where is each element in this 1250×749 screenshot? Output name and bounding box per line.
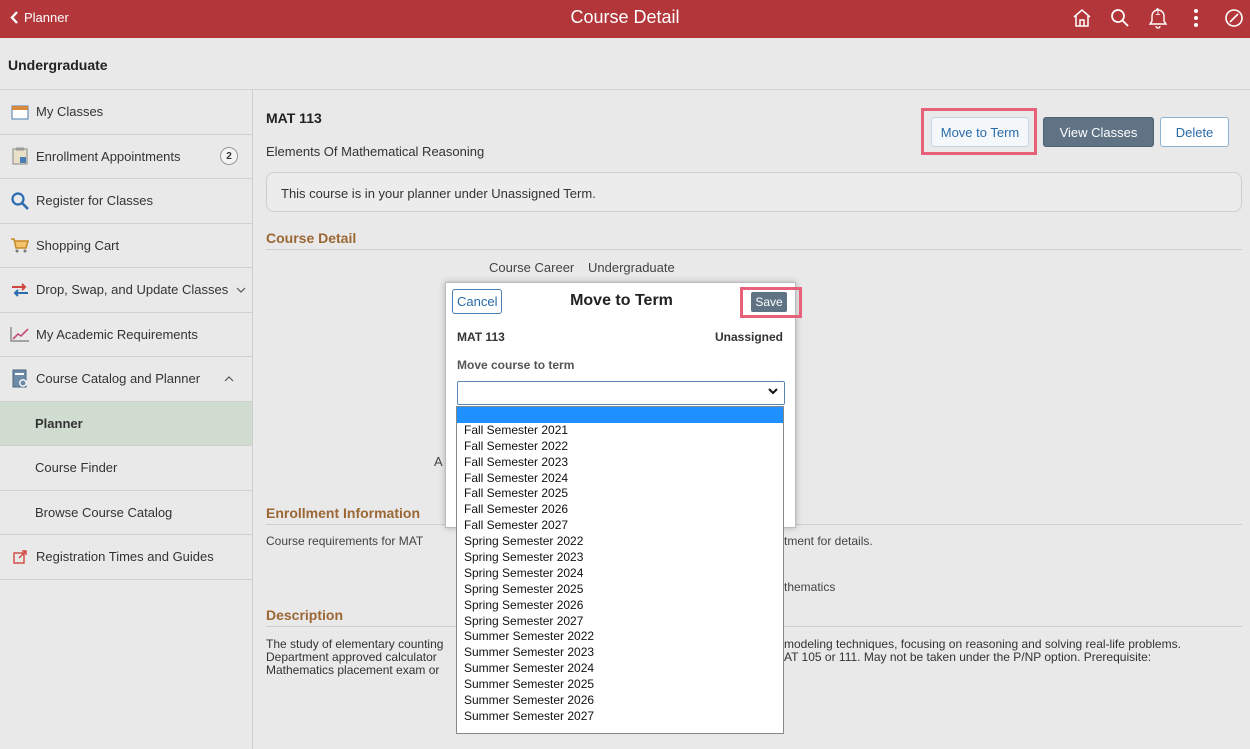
dropdown-option[interactable]: Summer Semester 2024	[457, 661, 783, 677]
term-select[interactable]	[457, 381, 785, 405]
desc-line: Mathematics placement exam or	[266, 663, 440, 677]
dropdown-option[interactable]: Spring Semester 2027	[457, 614, 783, 630]
external-link-icon	[10, 547, 30, 567]
home-icon[interactable]	[1070, 4, 1094, 32]
dropdown-option[interactable]: Fall Semester 2026	[457, 502, 783, 518]
career-title: Undergraduate	[8, 57, 108, 73]
swap-arrows-icon	[10, 280, 30, 300]
desc-line: AT 105 or 111. May not be taken under th…	[784, 650, 1152, 664]
sub-header: Undergraduate	[0, 38, 1250, 90]
page-title: Course Detail	[570, 7, 680, 27]
notification-count: 1	[1155, 7, 1161, 18]
delete-button[interactable]: Delete	[1160, 117, 1229, 147]
shopping-cart-icon	[10, 235, 30, 255]
dropdown-option[interactable]: Spring Semester 2026	[457, 598, 783, 614]
sidebar-item-registration-times[interactable]: Registration Times and Guides	[0, 535, 252, 580]
catalog-book-icon	[10, 369, 30, 389]
sidebar-item-label: Enrollment Appointments	[36, 148, 181, 164]
enrollment-requirements-text: Course requirements for MAT	[266, 534, 424, 548]
course-career-value: Undergraduate	[588, 260, 675, 275]
course-career-label: Course Career	[489, 260, 575, 275]
dropdown-option[interactable]: Fall Semester 2027	[457, 518, 783, 534]
dropdown-option[interactable]: Spring Semester 2022	[457, 534, 783, 550]
sidebar-item-shopping-cart[interactable]: Shopping Cart	[0, 224, 252, 268]
view-classes-button[interactable]: View Classes	[1043, 117, 1154, 147]
sidebar-item-label: Shopping Cart	[36, 237, 120, 253]
sidebar-item-course-finder[interactable]: Course Finder	[0, 446, 252, 491]
dropdown-option[interactable]: Fall Semester 2022	[457, 439, 783, 455]
dropdown-option[interactable]: Summer Semester 2023	[457, 645, 783, 661]
sidebar-item-course-catalog-planner[interactable]: Course Catalog and Planner	[0, 357, 252, 402]
term-dropdown-list: Fall Semester 2021 Fall Semester 2022 Fa…	[456, 406, 784, 734]
magnifier-icon	[10, 191, 30, 211]
sidebar-item-label: Drop, Swap, and Update Classes	[36, 282, 229, 298]
sidebar-item-label: Course Finder	[35, 460, 118, 476]
sidebar-item-browse-course-catalog[interactable]: Browse Course Catalog	[0, 491, 252, 535]
dropdown-option[interactable]: Fall Semester 2023	[457, 455, 783, 471]
sidebar-item-enrollment-appointments[interactable]: Enrollment Appointments 2	[0, 135, 252, 179]
highlight-box	[921, 108, 1037, 155]
search-icon[interactable]	[1108, 4, 1132, 32]
partial-label: A	[434, 454, 443, 469]
desc-line: Department approved calculator	[266, 650, 437, 664]
sidebar-item-label: Registration Times and Guides	[36, 549, 214, 565]
calendar-icon	[10, 102, 30, 122]
enrollment-details-text: tment for details.	[784, 534, 873, 548]
notifications-icon[interactable]: 1	[1146, 4, 1170, 32]
course-id: MAT 113	[266, 110, 322, 126]
dropdown-option[interactable]	[457, 407, 783, 423]
course-name: Elements Of Mathematical Reasoning	[266, 144, 485, 159]
sidebar-item-label: Browse Course Catalog	[35, 504, 173, 520]
back-label: Planner	[24, 10, 69, 25]
sidebar-item-label: Course Catalog and Planner	[36, 371, 201, 387]
back-to-planner-link[interactable]: Planner	[10, 10, 69, 25]
dropdown-option[interactable]: Summer Semester 2025	[457, 677, 783, 693]
sidebar-item-label: Planner	[35, 415, 83, 431]
appointment-clipboard-icon	[10, 146, 30, 166]
desc-line: The study of elementary counting	[266, 637, 444, 651]
top-header: Planner Course Detail 1	[0, 0, 1250, 38]
dropdown-option[interactable]: Fall Semester 2025	[457, 486, 783, 502]
sidebar-item-academic-requirements[interactable]: My Academic Requirements	[0, 313, 252, 357]
dropdown-option[interactable]: Spring Semester 2023	[457, 550, 783, 566]
sidebar-item-my-classes[interactable]: My Classes	[0, 90, 252, 135]
chevron-up-icon	[224, 373, 234, 385]
dropdown-option[interactable]: Spring Semester 2025	[457, 582, 783, 598]
move-term-label: Move course to term	[457, 358, 575, 372]
planner-notice: This course is in your planner under Una…	[266, 172, 1242, 212]
navbar-compass-icon[interactable]	[1222, 4, 1246, 32]
sidebar-item-label: My Academic Requirements	[36, 326, 198, 342]
sidebar-item-drop-swap-update[interactable]: Drop, Swap, and Update Classes	[0, 268, 252, 313]
dropdown-option[interactable]: Summer Semester 2027	[457, 709, 783, 725]
cancel-button[interactable]: Cancel	[452, 289, 503, 314]
chevron-down-icon	[236, 284, 246, 296]
dropdown-option[interactable]: Summer Semester 2022	[457, 629, 783, 645]
dropdown-option[interactable]: Spring Semester 2024	[457, 566, 783, 582]
highlight-box	[740, 287, 802, 318]
dialog-current-term: Unassigned	[714, 330, 783, 344]
desc-line: modeling techniques, focusing on reasoni…	[784, 637, 1181, 651]
sidebar: My Classes Enrollment Appointments 2 Reg…	[0, 90, 253, 749]
chevron-left-icon	[10, 11, 18, 24]
chevron-down-icon	[768, 386, 778, 398]
sidebar-item-planner[interactable]: Planner	[0, 401, 252, 446]
more-actions-icon[interactable]	[1184, 4, 1208, 32]
dialog-course-id: MAT 113	[457, 330, 505, 344]
sidebar-item-label: Register for Classes	[36, 193, 154, 209]
dropdown-option[interactable]: Fall Semester 2021	[457, 423, 783, 439]
trend-chart-icon	[10, 324, 30, 344]
dropdown-option[interactable]: Fall Semester 2024	[457, 471, 783, 487]
dropdown-option[interactable]: Summer Semester 2026	[457, 693, 783, 709]
count-badge: 2	[220, 147, 238, 166]
course-detail-heading: Course Detail	[266, 230, 1242, 250]
sidebar-item-label: My Classes	[36, 104, 104, 120]
department-text: thematics	[784, 580, 836, 594]
sidebar-item-register-for-classes[interactable]: Register for Classes	[0, 179, 252, 224]
